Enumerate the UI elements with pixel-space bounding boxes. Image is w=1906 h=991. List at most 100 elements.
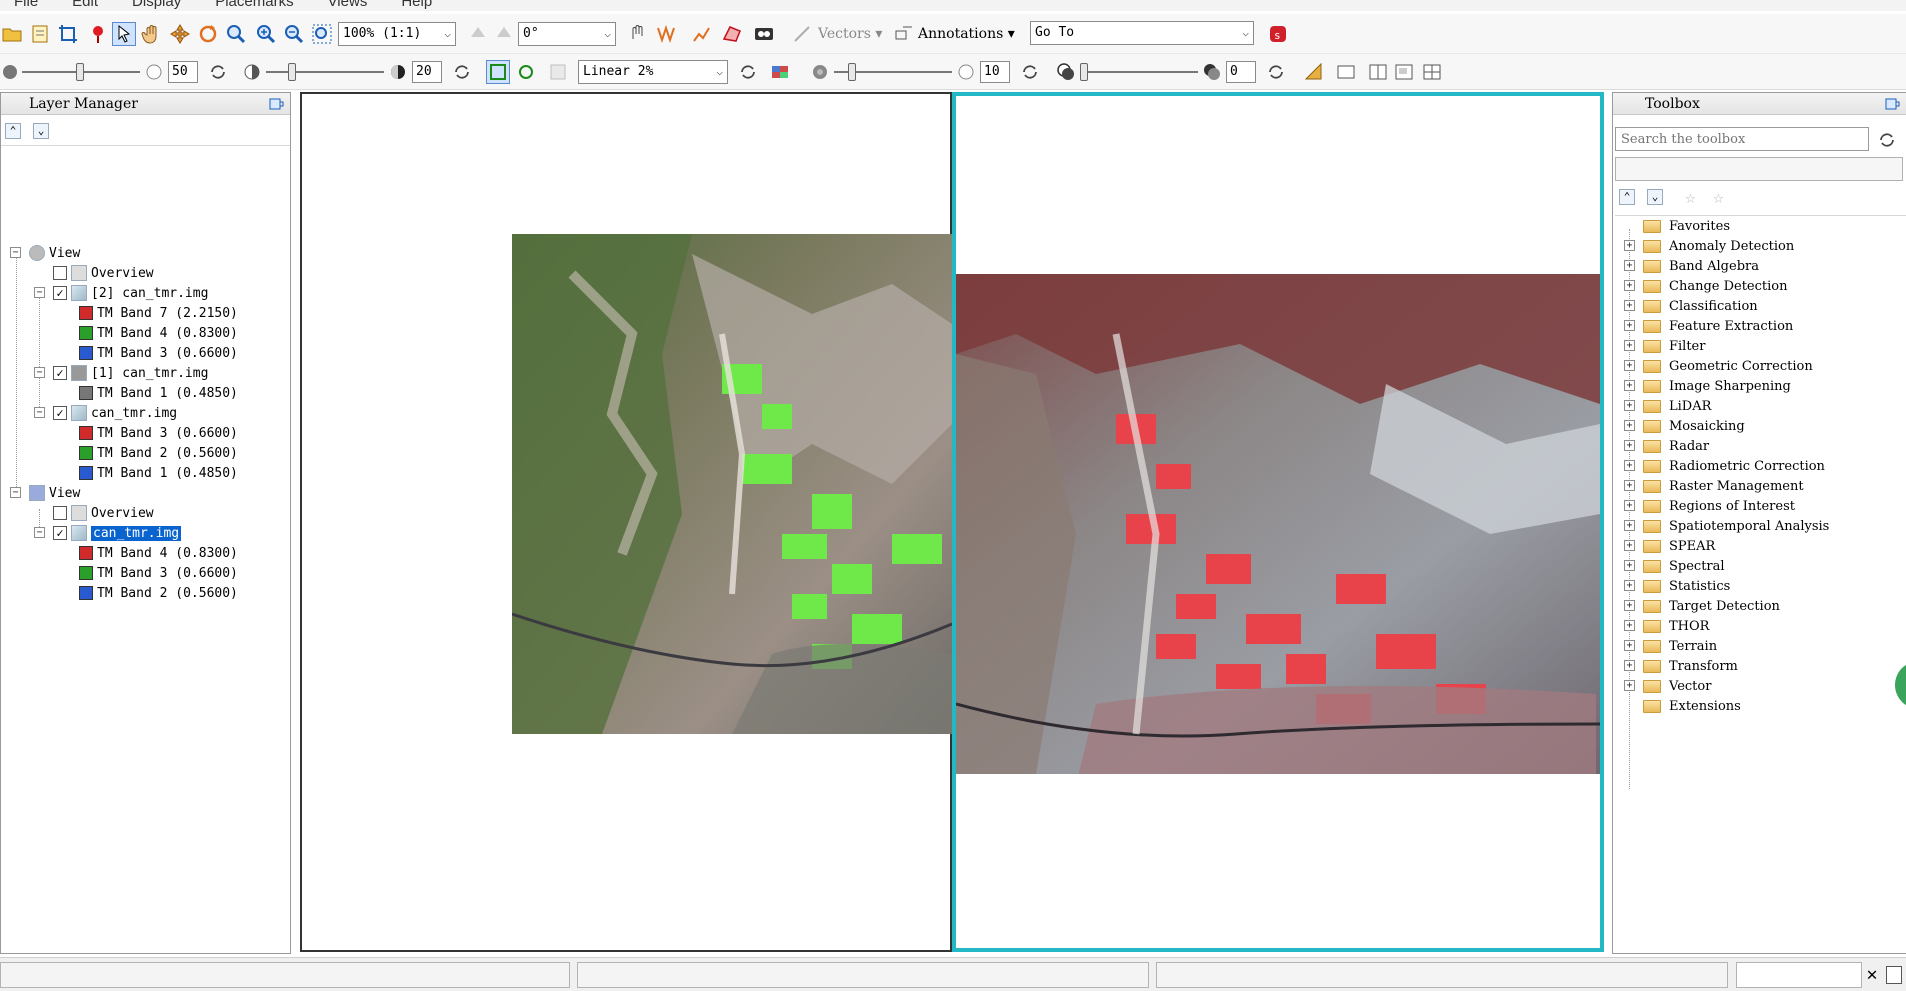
measure-icon[interactable] [654, 22, 678, 46]
expand-toggle[interactable]: + [1624, 620, 1635, 631]
collapse-all-icon[interactable]: ⌃ [5, 123, 21, 139]
toolbox-folder[interactable]: Feature Extraction [1643, 317, 1793, 335]
tree-node-band[interactable]: TM Band 3 (0.6600) [79, 344, 238, 362]
toolbox-folder[interactable]: Target Detection [1643, 597, 1780, 615]
stretch-type-combo[interactable]: Linear 2% ⌵ [578, 60, 728, 84]
collapse-toggle[interactable]: − [10, 247, 21, 258]
toolbox-folder[interactable]: Anomaly Detection [1643, 237, 1794, 255]
sharpen-field[interactable]: 10 [980, 61, 1010, 83]
collapse-toggle[interactable]: − [34, 367, 45, 378]
zoom-level-combo[interactable]: 100% (1:1) ⌵ [338, 22, 456, 46]
toolbox-filter-field[interactable] [1615, 157, 1903, 181]
expand-toggle[interactable]: + [1624, 260, 1635, 271]
expand-toggle[interactable]: + [1624, 440, 1635, 451]
toolbox-folder[interactable]: Terrain [1643, 637, 1717, 655]
tree-node-view[interactable]: View [29, 244, 80, 262]
transparency-field[interactable]: 0 [1226, 61, 1256, 83]
toolbox-folder[interactable]: Favorites [1643, 217, 1730, 235]
toolbox-folder[interactable]: Vector [1643, 677, 1711, 695]
vectors-icon[interactable] [790, 22, 814, 46]
expand-toggle[interactable]: + [1624, 460, 1635, 471]
expand-toggle[interactable]: + [1624, 420, 1635, 431]
expand-toggle[interactable]: + [1624, 540, 1635, 551]
collapse-toggle[interactable]: − [34, 527, 45, 538]
menu-views[interactable]: Views [328, 0, 368, 10]
collapse-toggle[interactable]: − [34, 287, 45, 298]
layer-checkbox[interactable]: ✓ [53, 366, 67, 380]
menu-file[interactable]: File [14, 0, 38, 10]
zoom-out-icon[interactable] [282, 22, 306, 46]
zoom-in-icon[interactable] [254, 22, 278, 46]
layer-checkbox[interactable]: ✓ [53, 286, 67, 300]
collapse-toggle[interactable]: − [10, 487, 21, 498]
contrast-field[interactable]: 20 [412, 61, 442, 83]
cursor-value-icon[interactable] [626, 22, 650, 46]
zoom-full-icon[interactable] [310, 22, 334, 46]
layer-checkbox[interactable]: ✓ [53, 406, 67, 420]
rotate-right-icon[interactable] [492, 22, 516, 46]
toolbox-folder[interactable]: Band Algebra [1643, 257, 1759, 275]
expand-toggle[interactable]: + [1624, 500, 1635, 511]
toolbox-folder[interactable]: Classification [1643, 297, 1758, 315]
select-cursor-icon[interactable] [112, 22, 136, 46]
toolbox-folder[interactable]: Extensions [1643, 697, 1741, 715]
tree-node-band[interactable]: TM Band 4 (0.8300) [79, 324, 238, 342]
close-icon[interactable]: ✕ [1862, 964, 1882, 986]
roi-icon[interactable] [720, 22, 744, 46]
expand-toggle[interactable]: + [1624, 520, 1635, 531]
expand-all-icon[interactable]: ⌄ [1647, 189, 1663, 205]
tree-node-band[interactable]: TM Band 3 (0.6600) [79, 564, 238, 582]
toolbox-folder[interactable]: Radiometric Correction [1643, 457, 1825, 475]
toolbox-folder[interactable]: LiDAR [1643, 397, 1711, 415]
toolbox-folder[interactable]: Spatiotemporal Analysis [1643, 517, 1829, 535]
restore-icon[interactable] [1886, 966, 1902, 984]
expand-toggle[interactable]: + [1624, 580, 1635, 591]
expand-toggle[interactable]: + [1624, 340, 1635, 351]
add-favorite-star-icon[interactable]: ☆ [1685, 187, 1696, 208]
full-extent-stretch-icon[interactable] [486, 60, 510, 84]
reset-brightness-icon[interactable] [206, 60, 230, 84]
tree-node-overview[interactable]: Overview [53, 504, 154, 522]
toolbox-folder[interactable]: Statistics [1643, 577, 1730, 595]
expand-toggle[interactable]: + [1624, 380, 1635, 391]
layer-checkbox[interactable] [53, 266, 67, 280]
data-manager-icon[interactable] [28, 22, 52, 46]
layer-checkbox[interactable] [53, 506, 67, 520]
annotations-menu[interactable]: Annotations ▾ [918, 26, 1015, 42]
remove-favorite-star-icon[interactable]: ☆ [1713, 187, 1724, 208]
tree-node-layer[interactable]: ✓ [1] can_tmr.img [53, 364, 208, 382]
toolbox-folder[interactable]: Spectral [1643, 557, 1725, 575]
menu-help[interactable]: Help [401, 0, 432, 10]
custom-stretch-icon[interactable] [546, 60, 570, 84]
open-folder-icon[interactable] [0, 22, 24, 46]
transparency-slider[interactable] [1080, 61, 1198, 83]
portal-icon[interactable] [1302, 60, 1326, 84]
expand-toggle[interactable]: + [1624, 660, 1635, 671]
toolbox-folder[interactable]: Mosaicking [1643, 417, 1745, 435]
view-layout-1-icon[interactable] [1334, 60, 1358, 84]
menu-display[interactable]: Display [132, 0, 181, 10]
contrast-slider[interactable] [266, 61, 384, 83]
zoom-icon[interactable] [224, 22, 248, 46]
view-layout-2-icon[interactable] [1366, 60, 1390, 84]
tree-node-view[interactable]: View [29, 484, 80, 502]
view-layout-3-icon[interactable] [1392, 60, 1416, 84]
reset-transparency-icon[interactable] [1264, 60, 1288, 84]
sharpen-slider[interactable] [834, 61, 952, 83]
tree-node-band[interactable]: TM Band 4 (0.8300) [79, 544, 238, 562]
expand-toggle[interactable]: + [1624, 320, 1635, 331]
brightness-slider[interactable] [22, 61, 140, 83]
expand-toggle[interactable]: + [1624, 360, 1635, 371]
tree-node-band[interactable]: TM Band 2 (0.5600) [79, 444, 238, 462]
expand-toggle[interactable]: + [1624, 640, 1635, 651]
tree-node-band[interactable]: TM Band 2 (0.5600) [79, 584, 238, 602]
toolbox-folder[interactable]: Image Sharpening [1643, 377, 1791, 395]
toolbox-folder[interactable]: Change Detection [1643, 277, 1788, 295]
menu-placemarks[interactable]: Placemarks [215, 0, 293, 10]
tree-node-band[interactable]: TM Band 1 (0.4850) [79, 384, 238, 402]
collapse-toggle[interactable]: − [34, 407, 45, 418]
toolbox-folder[interactable]: SPEAR [1643, 537, 1715, 555]
tree-node-band[interactable]: TM Band 1 (0.4850) [79, 464, 238, 482]
view-extent-stretch-icon[interactable] [514, 60, 538, 84]
color-table-icon[interactable] [768, 60, 792, 84]
